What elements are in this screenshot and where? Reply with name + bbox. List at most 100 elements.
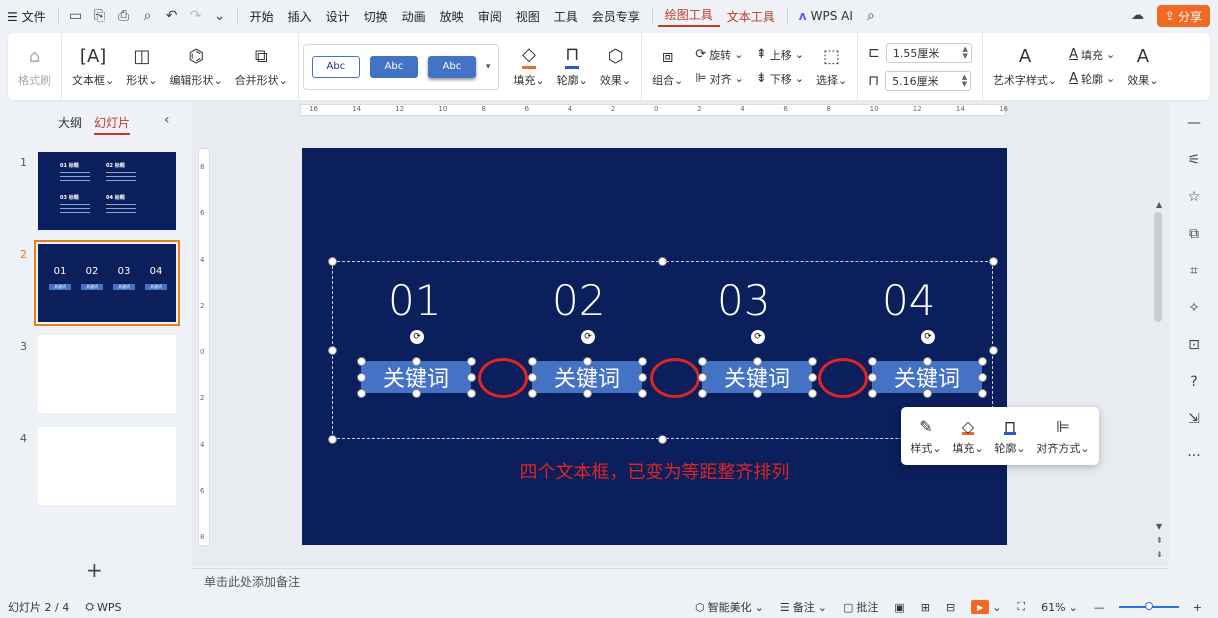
- slide-thumbnail-1[interactable]: 01 标题 02 标题 03 标题 04 标题: [38, 152, 176, 230]
- move-up-button[interactable]: ⇞ 上移 ⌄: [756, 47, 804, 63]
- align-button[interactable]: ⊫ 对齐 ⌄: [695, 71, 744, 87]
- text-effect-button[interactable]: A 效果⌄: [1121, 33, 1164, 100]
- shape-button[interactable]: ◫ 形状⌄: [120, 33, 163, 100]
- resize-handle[interactable]: [356, 356, 366, 366]
- slide-thumbnail-3[interactable]: [38, 335, 176, 413]
- number-label[interactable]: 01: [388, 276, 441, 325]
- select-button[interactable]: ⬚ 选择⌄: [810, 33, 853, 100]
- tab-animation[interactable]: 动画: [395, 8, 433, 25]
- save-icon[interactable]: ▭: [64, 8, 88, 24]
- sliders-icon[interactable]: ⚟: [1188, 151, 1201, 169]
- resize-handle[interactable]: [582, 388, 592, 398]
- gap-highlight-ellipse[interactable]: [818, 358, 868, 398]
- resize-handle[interactable]: [807, 372, 817, 382]
- tab-text-tools[interactable]: 文本工具: [720, 8, 782, 25]
- scroll-up-icon[interactable]: ▲: [1156, 200, 1162, 209]
- tab-member[interactable]: 会员专享: [585, 8, 647, 25]
- resize-handle[interactable]: [527, 372, 537, 382]
- rotate-handle-icon[interactable]: ⟳: [581, 330, 595, 344]
- collapse-panel-icon[interactable]: ‹: [164, 112, 170, 128]
- resize-handle[interactable]: [411, 356, 421, 366]
- tab-drawing-tools[interactable]: 绘图工具: [657, 6, 720, 27]
- resize-handle[interactable]: [697, 388, 707, 398]
- resize-handle[interactable]: [466, 388, 476, 398]
- art-style-button[interactable]: A 艺术字样式⌄: [987, 33, 1063, 100]
- resize-handle[interactable]: [466, 372, 476, 382]
- slide-canvas[interactable]: 01 02 03 04 关键词 关键词 关键词 关键词 ⟳ ⟳ ⟳ ⟳ 四个文本…: [302, 148, 1007, 545]
- print-preview-icon[interactable]: ⌕: [136, 8, 160, 24]
- resize-handle[interactable]: [977, 388, 987, 398]
- resize-handle[interactable]: [807, 356, 817, 366]
- resize-handle[interactable]: [752, 388, 762, 398]
- rotate-button[interactable]: ⟳ 旋转 ⌄: [695, 47, 744, 63]
- tab-slideshow[interactable]: 放映: [433, 8, 471, 25]
- normal-view-icon[interactable]: ▣: [886, 601, 912, 614]
- share-link-icon[interactable]: ⇲: [1188, 410, 1200, 428]
- textbox-button[interactable]: [A] 文本框⌄: [66, 33, 120, 100]
- resize-handle[interactable]: [977, 356, 987, 366]
- more-icon[interactable]: ···: [1187, 447, 1200, 465]
- resize-handle[interactable]: [752, 356, 762, 366]
- resize-handle[interactable]: [988, 345, 998, 355]
- number-label[interactable]: 04: [882, 276, 935, 325]
- number-label[interactable]: 02: [552, 276, 605, 325]
- wps-status[interactable]: ⛭ WPS: [77, 600, 129, 614]
- star-icon[interactable]: ☆: [1188, 188, 1201, 206]
- resize-handle[interactable]: [657, 434, 667, 444]
- resize-handle[interactable]: [327, 256, 337, 266]
- help-icon[interactable]: ?: [1190, 373, 1197, 391]
- redo-icon[interactable]: ↷: [184, 8, 208, 24]
- float-fill-button[interactable]: ◇ 填充⌄: [952, 417, 983, 456]
- rotate-handle-icon[interactable]: ⟳: [751, 330, 765, 344]
- resize-handle[interactable]: [637, 372, 647, 382]
- resize-handle[interactable]: [977, 372, 987, 382]
- tab-tools[interactable]: 工具: [547, 8, 585, 25]
- play-icon[interactable]: ▶: [971, 600, 990, 614]
- zoom-in-icon[interactable]: +: [1185, 601, 1210, 614]
- layout-icon[interactable]: ⌗: [1190, 262, 1198, 280]
- number-label[interactable]: 03: [717, 276, 770, 325]
- smart-beautify-button[interactable]: ⬡ 智能美化 ⌄: [687, 599, 772, 615]
- resize-handle[interactable]: [922, 356, 932, 366]
- tab-home[interactable]: 开始: [243, 8, 281, 25]
- resize-handle[interactable]: [527, 388, 537, 398]
- height-input[interactable]: 1.55厘米 ▲ ▼: [885, 42, 972, 63]
- resize-handle[interactable]: [867, 388, 877, 398]
- effect-button[interactable]: ⬡ 效果⌄: [594, 33, 637, 100]
- width-input[interactable]: 5.16厘米 ▲ ▼: [885, 70, 972, 91]
- tab-outline[interactable]: 大纲: [58, 114, 82, 135]
- fill-button[interactable]: ◇ 填充⌄: [507, 33, 550, 100]
- move-down-button[interactable]: ⇟ 下移 ⌄: [756, 71, 804, 87]
- format-painter-button[interactable]: ⌂ 格式刷: [12, 33, 57, 100]
- resize-handle[interactable]: [697, 372, 707, 382]
- resize-handle[interactable]: [922, 388, 932, 398]
- book-icon[interactable]: ⊡: [1188, 336, 1200, 354]
- width-spinner-icon[interactable]: ▲ ▼: [962, 73, 970, 88]
- copy-icon[interactable]: ⧉: [1189, 225, 1199, 243]
- slide-thumbnail-4[interactable]: [38, 427, 176, 505]
- magic-icon[interactable]: ✧: [1188, 299, 1200, 317]
- resize-handle[interactable]: [327, 434, 337, 444]
- next-slide-icon[interactable]: ⇟: [1156, 550, 1163, 559]
- style-swatch-outline[interactable]: Abc: [311, 55, 360, 78]
- resize-handle[interactable]: [988, 256, 998, 266]
- style-swatch-filled[interactable]: Abc: [369, 55, 418, 78]
- notes-pane[interactable]: 单击此处添加备注: [192, 568, 1169, 594]
- scroll-down-icon[interactable]: ▼: [1156, 522, 1162, 531]
- resize-handle[interactable]: [807, 388, 817, 398]
- tab-view[interactable]: 视图: [509, 8, 547, 25]
- wps-ai-button[interactable]: ᴧ WPS AI: [793, 9, 859, 23]
- zoom-out-icon[interactable]: —: [1086, 601, 1113, 614]
- tab-review[interactable]: 审阅: [471, 8, 509, 25]
- group-button[interactable]: ⧈ 组合⌄: [646, 33, 689, 100]
- float-style-button[interactable]: ✎ 样式⌄: [910, 417, 941, 456]
- zoom-slider-knob[interactable]: [1145, 602, 1154, 610]
- text-outline-button[interactable]: A 轮廓 ⌄: [1069, 71, 1115, 87]
- style-swatch-shadow[interactable]: Abc: [427, 55, 476, 78]
- text-fill-button[interactable]: A 填充 ⌄: [1069, 47, 1115, 63]
- vertical-scrollbar[interactable]: [1154, 212, 1162, 322]
- tab-design[interactable]: 设计: [319, 8, 357, 25]
- prev-slide-icon[interactable]: ⇞: [1156, 536, 1163, 545]
- tab-slides[interactable]: 幻灯片: [94, 114, 131, 135]
- gap-highlight-ellipse[interactable]: [478, 358, 528, 398]
